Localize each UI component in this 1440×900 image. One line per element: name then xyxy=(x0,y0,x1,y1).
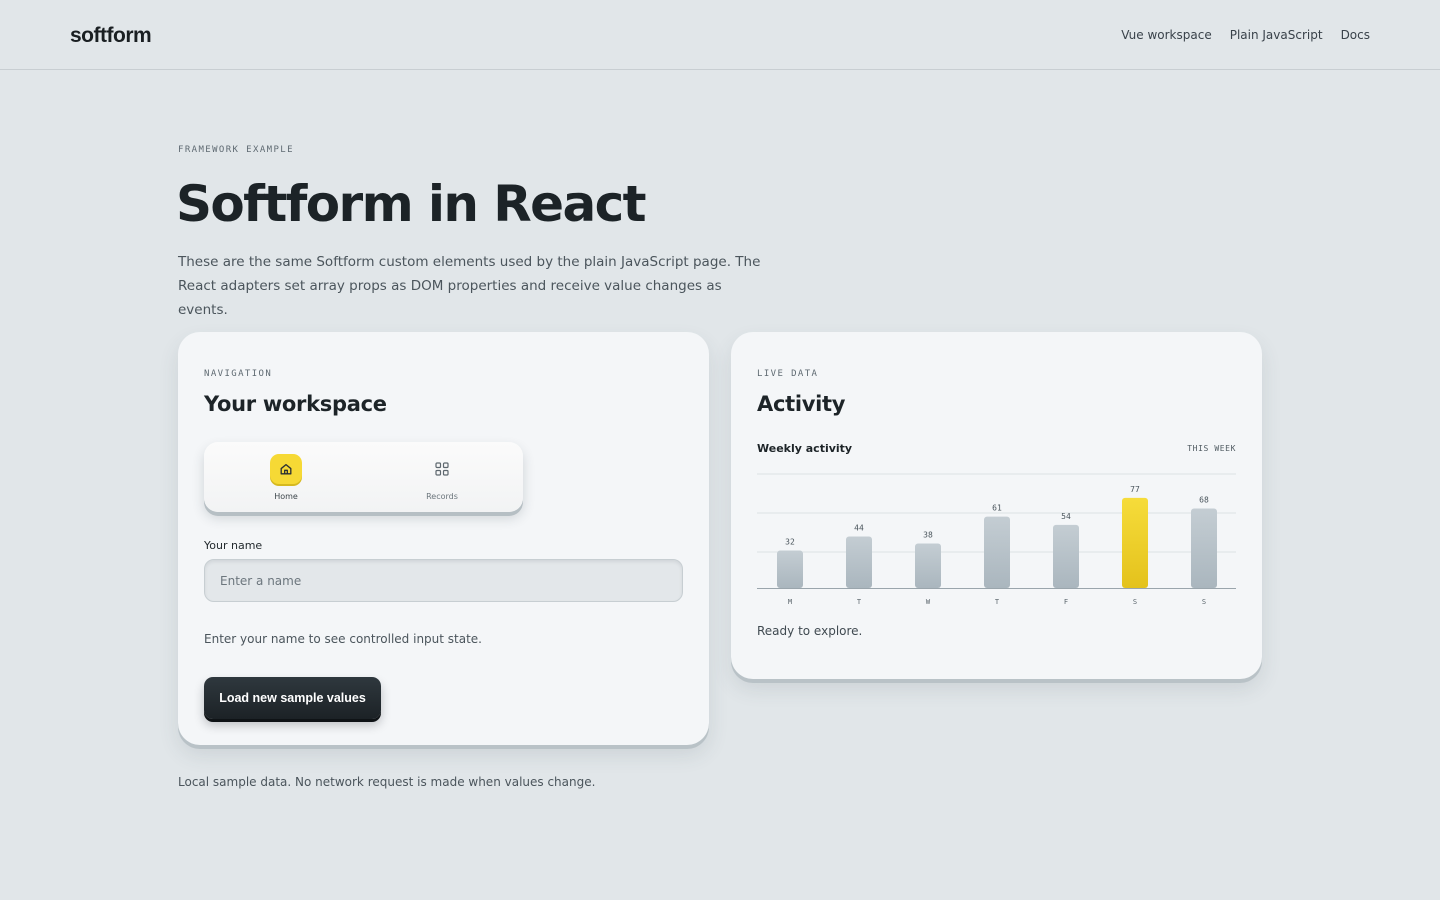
chart-bar xyxy=(984,516,1010,588)
load-sample-values-button[interactable]: Load new sample values xyxy=(204,677,381,719)
weekly-activity-chart: 32 M 44 T 38 W 61 T 54 F 77 S 68 S xyxy=(757,473,1236,606)
chart-tick-label: T xyxy=(857,598,862,606)
nav-link-vue-workspace[interactable]: Vue workspace xyxy=(1121,28,1211,42)
tab-records[interactable]: Records xyxy=(402,454,482,501)
navigation-card-title: Your workspace xyxy=(204,392,387,416)
home-icon xyxy=(270,454,302,484)
name-helper-text: Enter your name to see controlled input … xyxy=(204,632,482,646)
grid-icon xyxy=(426,454,458,484)
chart-data-label: 32 xyxy=(785,538,795,547)
chart-bar xyxy=(777,550,803,588)
chart-data-label: 54 xyxy=(1061,512,1071,521)
logo[interactable]: softform xyxy=(70,24,152,48)
tab-home[interactable]: Home xyxy=(246,454,326,501)
chart-tick-label: M xyxy=(788,598,792,606)
navigation-card-eyebrow: NAVIGATION xyxy=(204,369,273,379)
chart-bar xyxy=(915,543,941,588)
chart-data-label: 38 xyxy=(923,531,933,540)
name-input[interactable] xyxy=(204,559,683,602)
chart-data-label: 44 xyxy=(854,524,864,533)
chart-data-label: 77 xyxy=(1130,485,1140,494)
hero-eyebrow: FRAMEWORK EXAMPLE xyxy=(178,145,294,155)
tab-records-label: Records xyxy=(426,492,458,501)
chart-title: Weekly activity xyxy=(757,442,853,455)
activity-card-eyebrow: LIVE DATA xyxy=(757,369,819,379)
chart-tick-label: F xyxy=(1064,598,1068,606)
top-nav: Vue workspace Plain JavaScript Docs xyxy=(1121,28,1370,42)
chart-tick-label: S xyxy=(1202,598,1206,606)
chart-data-label: 68 xyxy=(1199,495,1209,504)
workspace-tab-bar: Home Records xyxy=(204,442,523,512)
nav-link-plain-javascript[interactable]: Plain JavaScript xyxy=(1230,28,1323,42)
activity-card: LIVE DATA Activity Weekly activity THIS … xyxy=(731,332,1262,679)
footer-note: Local sample data. No network request is… xyxy=(178,775,596,789)
activity-status: Ready to explore. xyxy=(757,624,863,638)
chart-tick-label: W xyxy=(926,598,931,606)
chart-bar xyxy=(846,536,872,588)
activity-card-title: Activity xyxy=(757,392,846,416)
page-title: Softform in React xyxy=(176,175,647,233)
chart-bar xyxy=(1053,524,1079,588)
tab-home-label: Home xyxy=(274,492,298,501)
chart-tick-label: S xyxy=(1133,598,1137,606)
chart-bar xyxy=(1191,508,1217,588)
nav-link-docs[interactable]: Docs xyxy=(1341,28,1370,42)
top-bar: softform Vue workspace Plain JavaScript … xyxy=(0,0,1440,70)
chart-tick-label: T xyxy=(995,598,1000,606)
page-description: These are the same Softform custom eleme… xyxy=(178,254,761,318)
name-field-label: Your name xyxy=(204,539,263,552)
chart-data-label: 61 xyxy=(992,504,1002,513)
navigation-card: NAVIGATION Your workspace Home Records Y… xyxy=(178,332,709,745)
chart-period: THIS WEEK xyxy=(1187,444,1236,453)
chart-header: Weekly activity THIS WEEK xyxy=(757,442,1236,455)
chart-bar xyxy=(1122,497,1148,588)
